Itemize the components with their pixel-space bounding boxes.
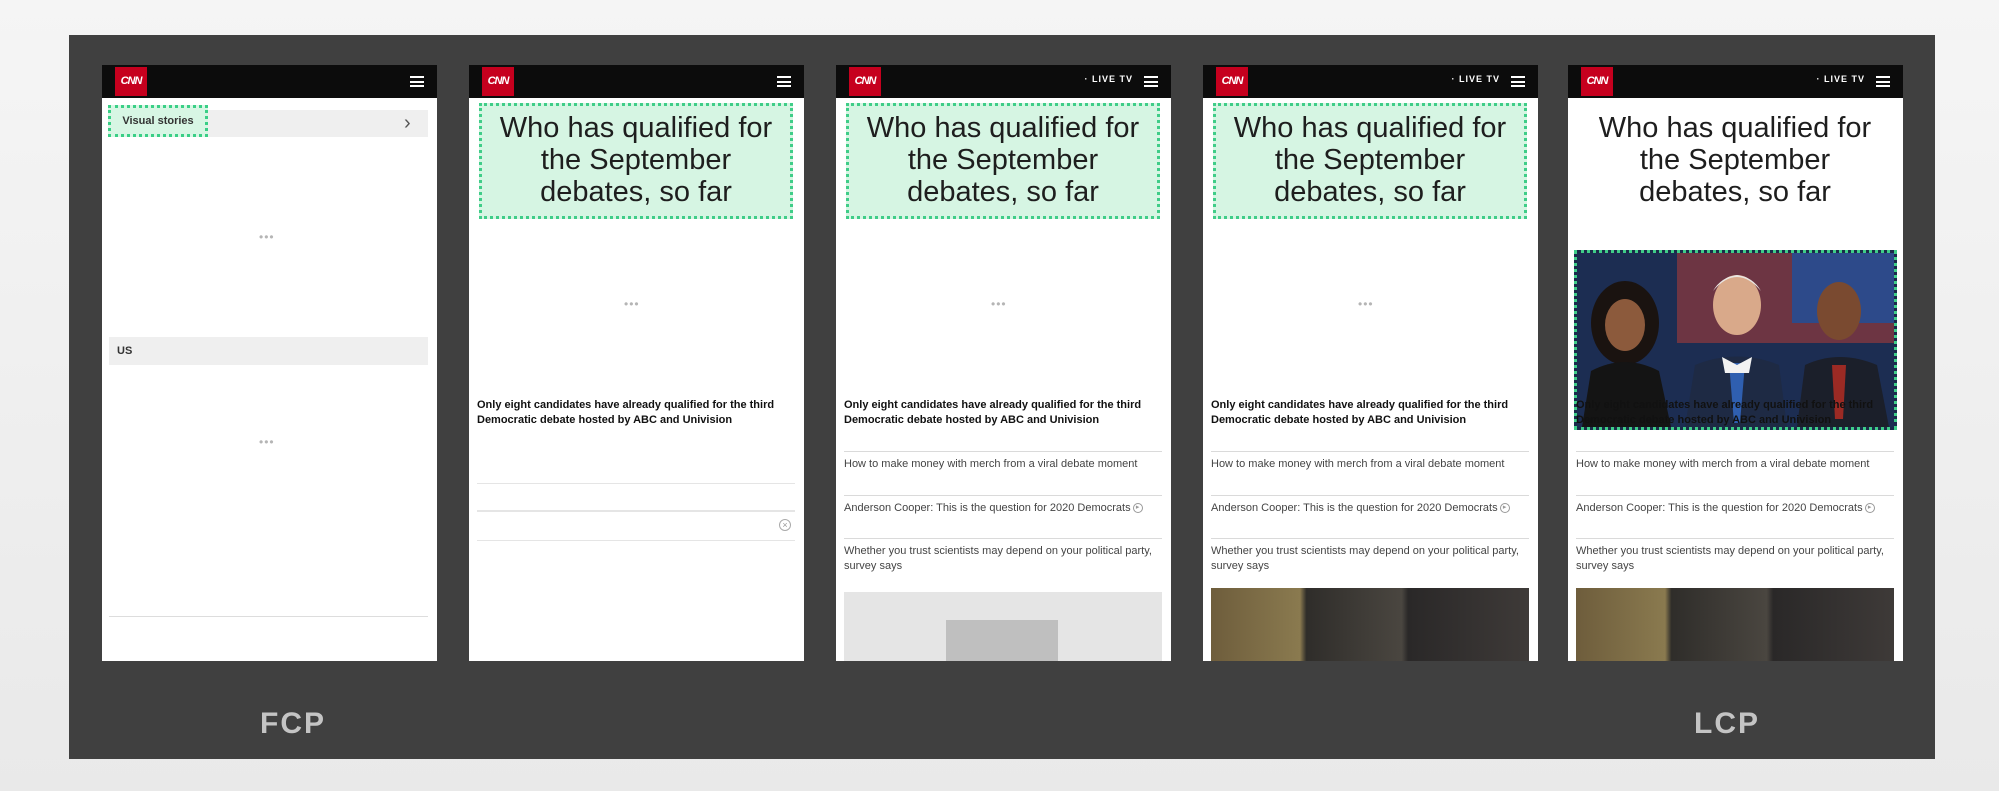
- story-image[interactable]: [1211, 588, 1529, 661]
- section-bar-us[interactable]: US: [109, 337, 428, 365]
- site-header: CNN · LIVE TV: [1203, 65, 1538, 98]
- story-link-text: Anderson Cooper: This is the question fo…: [1211, 502, 1498, 514]
- story-link[interactable]: Whether you trust scientists may depend …: [1576, 538, 1894, 574]
- fcp-caption: FCP: [260, 707, 326, 740]
- hamburger-menu-icon[interactable]: [1511, 76, 1525, 87]
- story-link-text: Anderson Cooper: This is the question fo…: [1576, 502, 1863, 514]
- loading-story-row: [477, 483, 795, 511]
- story-image[interactable]: [1576, 588, 1894, 661]
- hamburger-menu-icon[interactable]: [1876, 76, 1890, 87]
- frame-3: CNN · LIVE TV Who has qualified for the …: [836, 65, 1171, 661]
- story-link[interactable]: Whether you trust scientists may depend …: [844, 538, 1162, 574]
- story-link[interactable]: How to make money with merch from a vira…: [1576, 451, 1894, 472]
- loading-dots: •••: [259, 435, 275, 449]
- site-header: CNN · LIVE TV: [1568, 65, 1903, 98]
- site-header: CNN: [469, 65, 804, 98]
- frame-1: CNN Visual stories › ••• US •••: [102, 65, 437, 661]
- story-link[interactable]: Anderson Cooper: This is the question fo…: [844, 495, 1162, 516]
- hamburger-menu-icon[interactable]: [1144, 76, 1158, 87]
- loading-story-row: ×: [477, 511, 795, 541]
- play-circle-icon: ▸: [1132, 503, 1143, 514]
- frame-5: CNN · LIVE TV Who has qualified for the …: [1568, 65, 1903, 661]
- article-lead[interactable]: Only eight candidates have already quali…: [1211, 398, 1527, 428]
- story-link-text: Anderson Cooper: This is the question fo…: [844, 502, 1131, 514]
- cnn-logo[interactable]: CNN: [1581, 67, 1613, 96]
- play-circle-icon: ▸: [1864, 503, 1875, 514]
- loading-dots: •••: [1358, 297, 1374, 311]
- play-circle-icon: ▸: [1499, 503, 1510, 514]
- cnn-logo[interactable]: CNN: [482, 67, 514, 96]
- cnn-logo[interactable]: CNN: [1216, 67, 1248, 96]
- loading-dots: •••: [991, 297, 1007, 311]
- story-link[interactable]: Whether you trust scientists may depend …: [1211, 538, 1529, 574]
- story-link[interactable]: Anderson Cooper: This is the question fo…: [1576, 495, 1894, 516]
- hamburger-menu-icon[interactable]: [777, 76, 791, 87]
- live-tv-link[interactable]: · LIVE TV: [1451, 74, 1500, 84]
- close-circle-icon[interactable]: ×: [779, 519, 791, 531]
- article-headline[interactable]: Who has qualified for the September deba…: [479, 103, 793, 219]
- article-headline[interactable]: Who has qualified for the September deba…: [1578, 103, 1892, 219]
- live-tv-link[interactable]: · LIVE TV: [1816, 74, 1865, 84]
- article-lead[interactable]: Only eight candidates have already quali…: [477, 398, 793, 428]
- filmstrip-panel: CNN Visual stories › ••• US ••• CNN Who …: [69, 35, 1935, 759]
- story-link[interactable]: How to make money with merch from a vira…: [844, 451, 1162, 472]
- site-header: CNN · LIVE TV: [836, 65, 1171, 98]
- live-tv-link[interactable]: · LIVE TV: [1084, 74, 1133, 84]
- divider: [109, 616, 428, 617]
- loading-dots: •••: [624, 297, 640, 311]
- story-link[interactable]: How to make money with merch from a vira…: [1211, 451, 1529, 472]
- hamburger-menu-icon[interactable]: [410, 76, 424, 87]
- site-header: CNN: [102, 65, 437, 98]
- frame-2: CNN Who has qualified for the September …: [469, 65, 804, 661]
- article-headline[interactable]: Who has qualified for the September deba…: [1213, 103, 1527, 219]
- article-lead[interactable]: Only eight candidates have already quali…: [844, 398, 1160, 428]
- chevron-right-icon[interactable]: ›: [404, 111, 411, 135]
- story-link[interactable]: Anderson Cooper: This is the question fo…: [1211, 495, 1529, 516]
- cnn-logo[interactable]: CNN: [115, 67, 147, 96]
- frame-4: CNN · LIVE TV Who has qualified for the …: [1203, 65, 1538, 661]
- cnn-logo[interactable]: CNN: [849, 67, 881, 96]
- visual-stories-label: Visual stories: [108, 105, 208, 137]
- loading-dots: •••: [259, 230, 275, 244]
- article-lead[interactable]: Only eight candidates have already quali…: [1576, 398, 1892, 428]
- image-placeholder-block: [946, 620, 1058, 661]
- lcp-caption: LCP: [1694, 707, 1760, 740]
- article-headline[interactable]: Who has qualified for the September deba…: [846, 103, 1160, 219]
